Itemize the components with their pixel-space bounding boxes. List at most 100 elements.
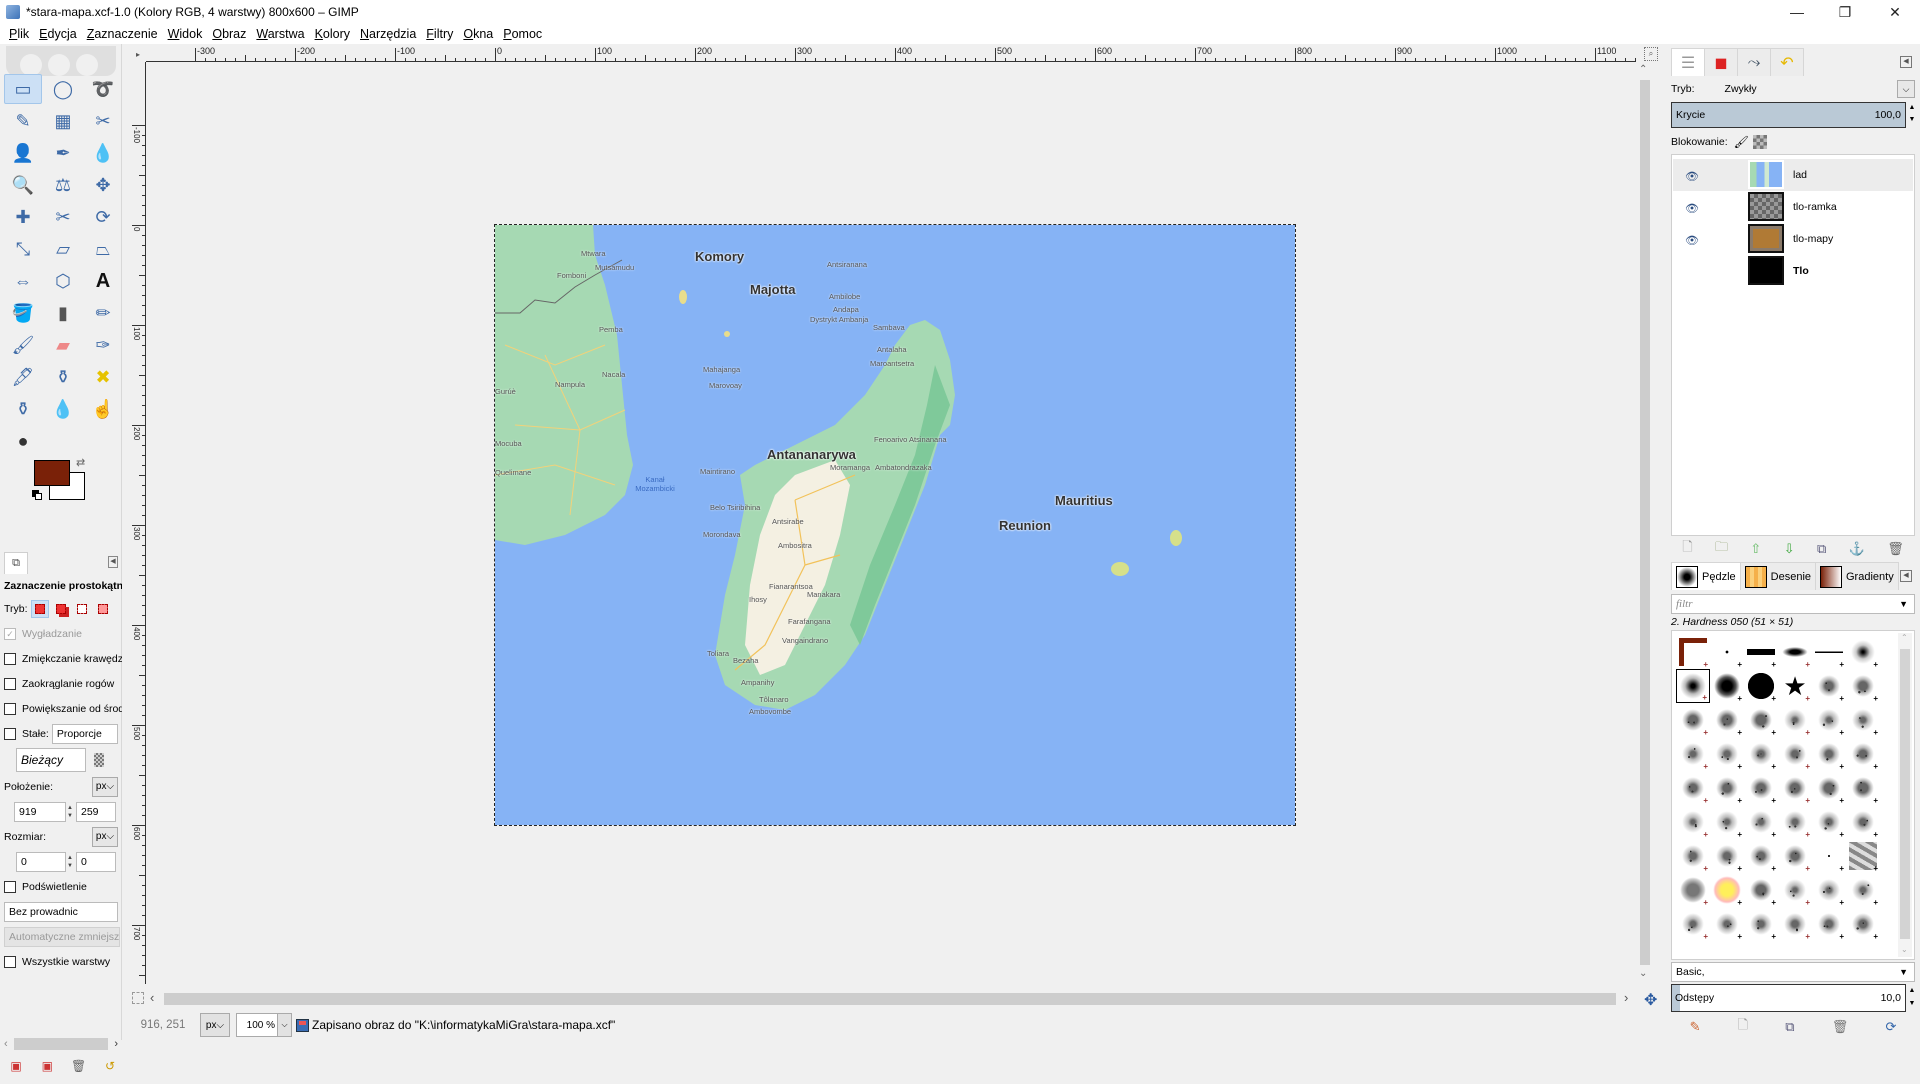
- eye-icon[interactable]: 👁: [1685, 202, 1703, 215]
- brush-cell[interactable]: ★ +: [1778, 669, 1812, 703]
- tab-patterns[interactable]: Desenie: [1739, 562, 1816, 590]
- ruler-corner-menu[interactable]: ▸: [130, 46, 146, 62]
- brush-cell[interactable]: +: [1744, 907, 1778, 941]
- eye-icon[interactable]: 👁: [1685, 170, 1703, 183]
- brush-cell[interactable]: +: [1778, 873, 1812, 907]
- opacity-spinner[interactable]: ▲ ▼: [1907, 102, 1917, 128]
- layer-row[interactable]: 👁 tlo-mapy: [1673, 223, 1913, 255]
- tag-dropdown-icon[interactable]: ▼: [1899, 967, 1908, 977]
- horizontal-scroll-thumb[interactable]: [164, 993, 1616, 1005]
- brush-cell[interactable]: +: [1744, 669, 1778, 703]
- tool-ink[interactable]: 🖋: [4, 362, 42, 392]
- lock-pixels-icon[interactable]: 🖌: [1734, 135, 1749, 149]
- tool-rect-select[interactable]: ▭: [4, 74, 42, 104]
- close-button[interactable]: ✕: [1872, 0, 1918, 24]
- tool-crop[interactable]: ✂: [44, 202, 82, 232]
- tool-dodge-burn[interactable]: ●: [4, 426, 42, 456]
- image-canvas[interactable]: Komory Majotta Antananarywa Mauritius Reunio…: [494, 224, 1296, 826]
- rounded-corners-checkbox[interactable]: [4, 677, 16, 690]
- tool-bucket-fill[interactable]: 🪣: [4, 298, 42, 328]
- tool-heal[interactable]: ✖: [84, 362, 122, 392]
- quick-mask-toggle[interactable]: [132, 992, 144, 1004]
- layer-mode-value[interactable]: Zwykły: [1725, 83, 1757, 95]
- brush-cell[interactable]: +: [1744, 805, 1778, 839]
- tab-channels[interactable]: ◼: [1704, 48, 1738, 76]
- brush-cell[interactable]: +: [1846, 703, 1880, 737]
- tool-clone[interactable]: ⚱: [44, 362, 82, 392]
- brush-cell[interactable]: +: [1778, 737, 1812, 771]
- position-x-input[interactable]: 919: [14, 801, 66, 822]
- anchor-layer-icon[interactable]: ⚓: [1849, 541, 1865, 557]
- antialias-option[interactable]: ✓ Wygładzanie: [0, 621, 122, 646]
- brush-cell[interactable]: +: [1778, 703, 1812, 737]
- tab-layers[interactable]: ☰: [1671, 48, 1705, 76]
- fixed-mode-select[interactable]: Proporcje: [51, 723, 118, 744]
- brush-cell[interactable]: +: [1710, 771, 1744, 805]
- tool-color-picker[interactable]: 💧: [84, 138, 122, 168]
- mode-replace-button[interactable]: [30, 599, 49, 618]
- feather-option[interactable]: Zmiękczanie krawędzi: [0, 646, 122, 671]
- all-layers-checkbox[interactable]: [4, 955, 16, 968]
- brush-cell[interactable]: +: [1710, 635, 1744, 669]
- menu-widok[interactable]: Widok: [163, 27, 208, 41]
- spacing-slider[interactable]: Odstępy 10,0: [1671, 984, 1906, 1012]
- tool-foreground-select[interactable]: 👤: [4, 138, 42, 168]
- vertical-scrollbar[interactable]: ⌃ ⌄: [1636, 62, 1654, 984]
- brush-cell[interactable]: +: [1744, 873, 1778, 907]
- brush-cell[interactable]: +: [1710, 737, 1744, 771]
- brush-cell[interactable]: +: [1676, 873, 1710, 907]
- tab-brushes[interactable]: Pędzle: [1671, 562, 1741, 590]
- brush-cell[interactable]: +: [1778, 805, 1812, 839]
- refresh-brushes-icon[interactable]: ⟳: [1885, 1019, 1896, 1035]
- duplicate-layer-icon[interactable]: ⧉: [1817, 541, 1826, 557]
- size-w-spinner[interactable]: ▲ ▼: [66, 854, 74, 870]
- brush-cell[interactable]: +: [1676, 771, 1710, 805]
- brush-cell[interactable]: +: [1710, 805, 1744, 839]
- brush-cell[interactable]: +: [1812, 737, 1846, 771]
- brush-cell[interactable]: +: [1744, 771, 1778, 805]
- guides-select[interactable]: Bez prowadnic: [4, 901, 118, 922]
- brush-cell[interactable]: +: [1812, 805, 1846, 839]
- delete-layer-icon[interactable]: 🗑: [1887, 541, 1904, 557]
- edit-brush-icon[interactable]: ✎: [1690, 1019, 1701, 1035]
- tool-fuzzy-select[interactable]: ✎: [4, 106, 42, 136]
- mode-subtract-button[interactable]: [73, 600, 91, 618]
- size-w-input[interactable]: 0: [16, 851, 66, 872]
- vertical-ruler[interactable]: -100 0 100 200 300 400 500 600 700: [130, 62, 146, 984]
- brush-cell[interactable]: +: [1676, 669, 1710, 703]
- menu-filtry[interactable]: Filtry: [421, 27, 458, 41]
- menu-warstwa[interactable]: Warstwa: [251, 27, 309, 41]
- brush-cell[interactable]: +: [1846, 873, 1880, 907]
- menu-pomoc[interactable]: Pomoc: [498, 27, 547, 41]
- expand-option[interactable]: Powiększanie od środka: [0, 696, 122, 721]
- size-unit-select[interactable]: px ⌵: [92, 826, 118, 847]
- position-unit-select[interactable]: px ⌵: [92, 776, 118, 797]
- tool-alignment[interactable]: ✚: [4, 202, 42, 232]
- tab-paths[interactable]: ⤳: [1737, 48, 1771, 76]
- brush-cell[interactable]: +: [1676, 703, 1710, 737]
- lower-layer-icon[interactable]: ⇩: [1784, 541, 1795, 557]
- vertical-scroll-thumb[interactable]: [1640, 80, 1650, 965]
- brush-cell[interactable]: +: [1846, 737, 1880, 771]
- brush-cell[interactable]: +: [1710, 703, 1744, 737]
- brush-cell[interactable]: +: [1812, 839, 1846, 873]
- layer-row[interactable]: Tlo: [1673, 255, 1913, 287]
- brush-cell[interactable]: +: [1778, 771, 1812, 805]
- scroll-right-arrow[interactable]: ›: [1624, 990, 1628, 1005]
- tab-gradients[interactable]: Gradienty: [1815, 562, 1899, 590]
- tool-blend[interactable]: ▮: [44, 298, 82, 328]
- tool-move[interactable]: ✥: [84, 170, 122, 200]
- filter-dropdown-icon[interactable]: ▼: [1899, 599, 1908, 609]
- default-colors-icon[interactable]: [32, 490, 42, 500]
- brush-cell[interactable]: +: [1744, 635, 1778, 669]
- brush-cell[interactable]: +: [1846, 907, 1880, 941]
- tool-cage-transform[interactable]: ⬡: [44, 266, 82, 296]
- tool-airbrush[interactable]: ✑: [84, 330, 122, 360]
- brush-cell[interactable]: +: [1846, 805, 1880, 839]
- menu-okna[interactable]: Okna: [458, 27, 498, 41]
- highlight-checkbox[interactable]: [4, 880, 16, 893]
- fixed-checkbox[interactable]: [4, 727, 16, 740]
- brush-cell[interactable]: +: [1676, 805, 1710, 839]
- brush-cell[interactable]: +: [1710, 669, 1744, 703]
- restore-tool-preset-icon[interactable]: ▣: [39, 1058, 55, 1074]
